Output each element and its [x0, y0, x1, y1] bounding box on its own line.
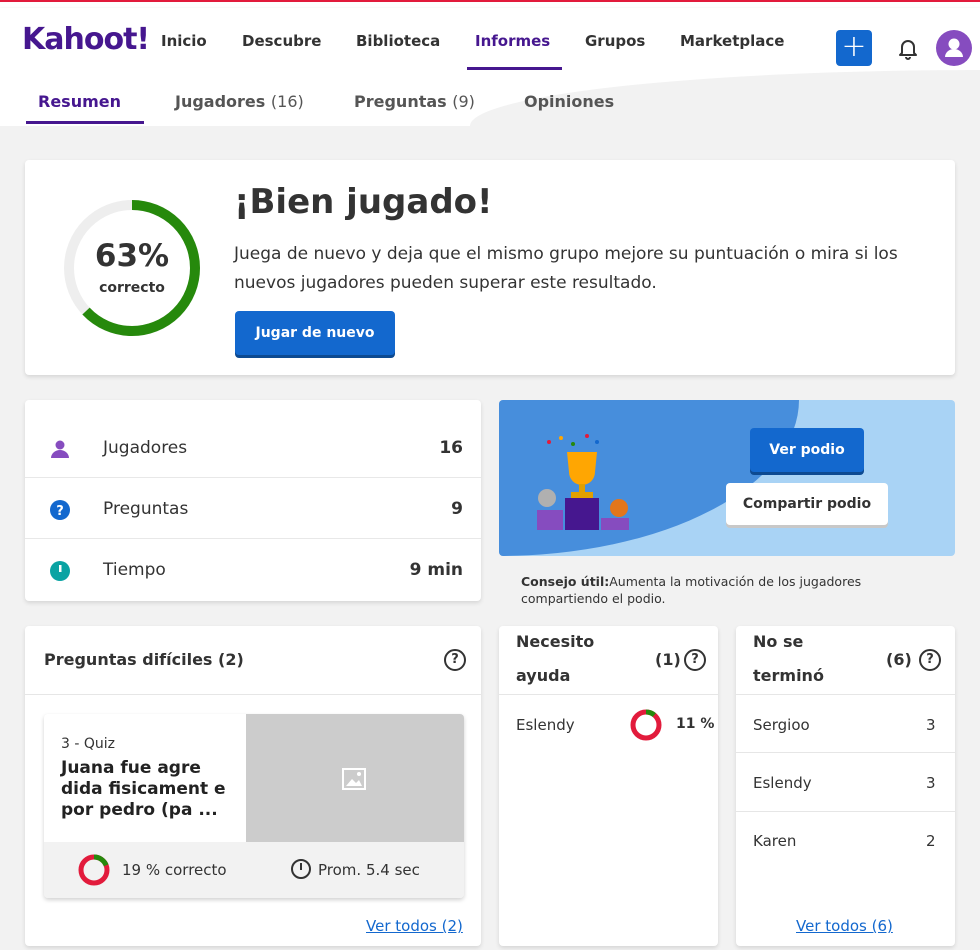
divider — [736, 752, 955, 753]
tab-preguntas[interactable]: Preguntas (9) — [354, 92, 475, 111]
stat-value: 9 — [451, 499, 463, 519]
stat-label: Jugadores — [103, 438, 188, 458]
question-type: 3 - Quiz — [61, 736, 115, 752]
summary-title: ¡Bien jugado! — [234, 182, 493, 222]
nav-informes[interactable]: Informes — [475, 32, 550, 50]
podium-card — [499, 400, 955, 556]
unfinished-title-line1: No se — [753, 632, 804, 651]
tab-opiniones[interactable]: Opiniones — [524, 92, 614, 111]
podium-illustration — [537, 434, 629, 530]
correct-percent: 63% — [94, 238, 170, 274]
help-icon[interactable]: ? — [444, 649, 466, 671]
divider — [736, 694, 955, 695]
bell-icon[interactable] — [894, 34, 922, 62]
unfinished-player-value: 3 — [926, 716, 936, 734]
tab-jugadores-count: (16) — [270, 92, 304, 111]
tab-preguntas-label: Preguntas — [354, 92, 447, 111]
summary-text: Juega de nuevo y deja que el mismo grupo… — [234, 244, 898, 293]
question-text: Juana fue agre dida fisicament e por ped… — [61, 758, 226, 820]
kahoot-logo[interactable]: Kahoot! — [22, 22, 150, 57]
stat-row-time: Tiempo 9 min — [25, 540, 481, 600]
unfinished-title-line2: terminó — [753, 666, 824, 685]
tab-resumen[interactable]: Resumen — [38, 92, 121, 111]
need-help-title-line1: Necesito — [516, 632, 595, 651]
stat-label: Preguntas — [103, 499, 189, 519]
clock-icon — [49, 560, 71, 582]
view-all-unfinished-link[interactable]: Ver todos (6) — [796, 917, 893, 935]
question-card[interactable]: 3 - Quiz Juana fue agre dida fisicament … — [44, 714, 464, 898]
nav-biblioteca[interactable]: Biblioteca — [356, 32, 440, 50]
avatar[interactable] — [936, 30, 972, 66]
help-icon[interactable]: ? — [684, 649, 706, 671]
unfinished-player-value: 2 — [926, 832, 936, 850]
user-icon — [49, 438, 71, 460]
stat-value: 16 — [439, 438, 463, 458]
view-all-questions-link[interactable]: Ver todos (2) — [366, 917, 463, 935]
tip-label: Consejo útil: — [521, 574, 610, 589]
unfinished-player[interactable]: Eslendy — [753, 774, 812, 792]
svg-text:?: ? — [56, 504, 64, 519]
stat-row-questions: ? Preguntas 9 — [25, 479, 481, 539]
tab-jugadores[interactable]: Jugadores (16) — [175, 92, 304, 111]
image-icon — [342, 768, 366, 790]
help-icon[interactable]: ? — [919, 649, 941, 671]
create-button[interactable]: + — [836, 30, 872, 66]
podium-tip: Consejo útil:Aumenta la motivación de lo… — [521, 573, 941, 607]
nav-inicio[interactable]: Inicio — [161, 32, 207, 50]
need-help-player[interactable]: Eslendy — [516, 716, 575, 734]
unfinished-title: No se terminó — [753, 625, 824, 693]
question-image — [246, 714, 464, 842]
share-podium-button[interactable]: Compartir podio — [726, 483, 888, 525]
need-help-count: (1) — [655, 650, 681, 669]
divider — [499, 694, 718, 695]
play-again-button[interactable]: Jugar de nuevo — [235, 311, 395, 355]
top-header: Kahoot! Inicio Descubre Biblioteca Infor… — [0, 8, 980, 70]
nav-descubre[interactable]: Descubre — [242, 32, 321, 50]
need-help-title-line2: ayuda — [516, 666, 571, 685]
nav-grupos[interactable]: Grupos — [585, 32, 645, 50]
divider — [736, 811, 955, 812]
clock-icon — [291, 859, 311, 879]
tab-jugadores-label: Jugadores — [175, 92, 266, 111]
top-accent-line — [0, 0, 980, 8]
tab-preguntas-count: (9) — [452, 92, 475, 111]
nav-marketplace[interactable]: Marketplace — [680, 32, 784, 50]
stat-label: Tiempo — [103, 560, 166, 580]
question-icon: ? — [49, 499, 71, 521]
unfinished-player-value: 3 — [926, 774, 936, 792]
correct-mini-ring — [78, 854, 110, 886]
view-podium-button[interactable]: Ver podio — [750, 428, 864, 472]
question-avg-time: Prom. 5.4 sec — [318, 861, 420, 879]
divider — [25, 694, 481, 695]
unfinished-count: (6) — [886, 650, 912, 669]
question-footer: 19 % correcto Prom. 5.4 sec — [44, 842, 464, 898]
need-help-title: Necesito ayuda — [516, 625, 594, 693]
need-help-percent: 11 % — [676, 716, 715, 732]
player-mini-ring — [630, 709, 662, 741]
question-correct: 19 % correcto — [122, 861, 227, 879]
correct-label: correcto — [99, 280, 165, 296]
tab-active-underline — [26, 121, 144, 124]
unfinished-player[interactable]: Karen — [753, 832, 796, 850]
difficult-title: Preguntas difíciles (2) — [44, 650, 244, 669]
unfinished-player[interactable]: Sergioo — [753, 716, 810, 734]
stat-row-players: Jugadores 16 — [25, 418, 481, 478]
stat-value: 9 min — [409, 560, 463, 580]
